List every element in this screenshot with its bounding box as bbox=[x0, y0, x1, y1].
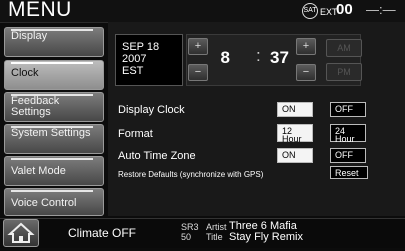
sidebar-item-label: Valet Mode bbox=[11, 165, 66, 177]
sidebar-item-label: System Settings bbox=[11, 127, 91, 139]
reset-button[interactable]: Reset bbox=[330, 166, 368, 179]
auto-time-zone-off-button[interactable]: OFF bbox=[330, 148, 366, 163]
time-zone: EST bbox=[122, 65, 144, 77]
minute-up-button[interactable]: + bbox=[296, 38, 316, 55]
tab-highlight bbox=[11, 29, 93, 31]
auto-time-zone-label: Auto Time Zone bbox=[118, 150, 196, 162]
home-icon bbox=[7, 222, 35, 243]
minute-value: 37 bbox=[270, 48, 289, 67]
format-label: Format bbox=[118, 128, 153, 140]
sidebar-item-system-settings[interactable]: System Settings bbox=[4, 124, 104, 154]
tab-highlight bbox=[11, 190, 93, 192]
now-playing[interactable]: Three 6 Mafia Stay Fly Remix bbox=[229, 221, 303, 243]
date-year: 2007 bbox=[122, 53, 147, 65]
sidebar-item-clock[interactable]: Clock bbox=[4, 60, 104, 90]
display-clock-label: Display Clock bbox=[118, 104, 185, 116]
ext-label: EXT bbox=[320, 7, 338, 17]
source-label: SR3 bbox=[181, 222, 199, 232]
artist-label: Artist bbox=[206, 222, 227, 232]
audio-source: SR3 50 bbox=[181, 222, 199, 242]
minute-down-button[interactable]: − bbox=[296, 64, 316, 81]
sidebar-item-voice-control[interactable]: Voice Control bbox=[4, 188, 104, 216]
sidebar-item-label: Display bbox=[11, 30, 48, 42]
source-channel: 50 bbox=[181, 232, 192, 242]
auto-time-zone-on-button[interactable]: ON bbox=[277, 148, 313, 163]
date-month-day: SEP 18 bbox=[122, 41, 160, 53]
track-meta-labels: Artist Title bbox=[206, 222, 227, 242]
tab-highlight bbox=[11, 158, 93, 160]
tab-highlight bbox=[11, 126, 93, 128]
satellite-icon: SAT bbox=[302, 3, 318, 19]
format-12-hour-button[interactable]: 12 Hour bbox=[277, 124, 313, 144]
sidebar-item-label: Clock bbox=[11, 67, 39, 79]
menu-title: MENU bbox=[8, 0, 72, 21]
restore-defaults-label: Restore Defaults (synchronize with GPS) bbox=[118, 170, 264, 179]
time-colon: : bbox=[256, 46, 261, 65]
display-clock-off-button[interactable]: OFF bbox=[330, 102, 366, 117]
climate-status[interactable]: Climate OFF bbox=[68, 226, 136, 240]
signal-indicator: —:— bbox=[366, 2, 396, 17]
hour-value: 8 bbox=[220, 48, 230, 67]
ext-value: 00 bbox=[336, 1, 353, 18]
sidebar-item-display[interactable]: Display bbox=[4, 27, 104, 57]
pm-button[interactable]: PM bbox=[326, 63, 362, 81]
am-button[interactable]: AM bbox=[326, 39, 362, 57]
sidebar-item-label: Feedback Settings bbox=[11, 95, 60, 118]
home-button[interactable] bbox=[3, 219, 39, 247]
sidebar-item-label: Voice Control bbox=[11, 197, 77, 209]
sidebar-item-feedback-settings[interactable]: Feedback Settings bbox=[4, 92, 104, 122]
display-clock-on-button[interactable]: ON bbox=[277, 102, 313, 117]
title-label: Title bbox=[206, 232, 223, 242]
tab-highlight bbox=[11, 62, 93, 64]
date-display: SEP 18 2007 EST bbox=[115, 34, 183, 86]
song-title: Stay Fly Remix bbox=[229, 231, 303, 243]
format-24-hour-button[interactable]: 24 Hour bbox=[330, 124, 366, 144]
sidebar-item-valet-mode[interactable]: Valet Mode bbox=[4, 156, 104, 186]
footer-bar bbox=[0, 218, 405, 248]
tab-highlight bbox=[11, 94, 93, 96]
